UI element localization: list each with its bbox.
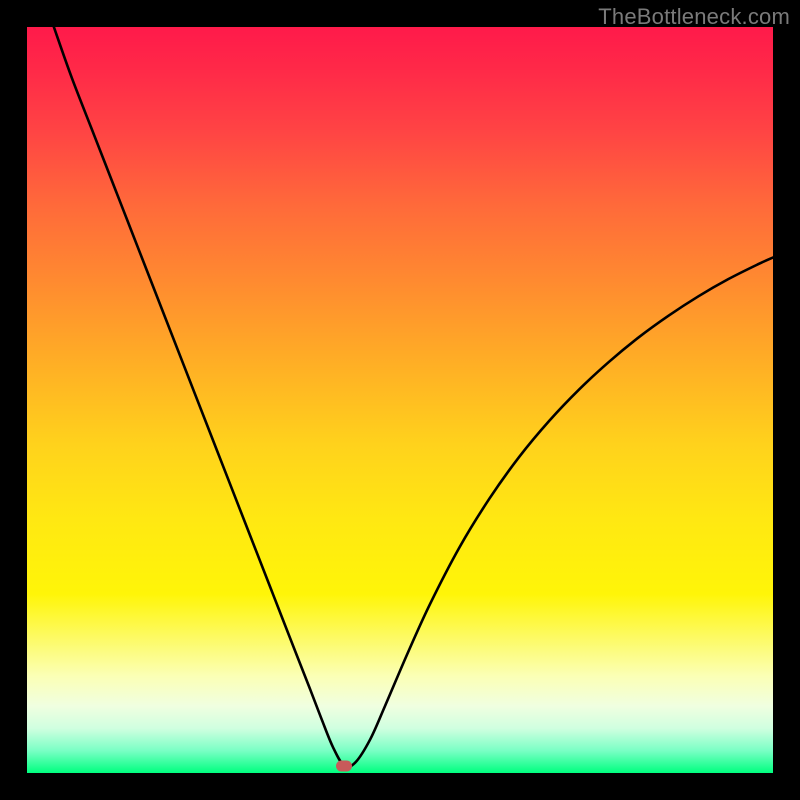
chart-frame: TheBottleneck.com (0, 0, 800, 800)
bottleneck-curve (27, 27, 773, 773)
watermark-text: TheBottleneck.com (598, 4, 790, 30)
optimal-point-marker (336, 760, 352, 771)
plot-area (27, 27, 773, 773)
